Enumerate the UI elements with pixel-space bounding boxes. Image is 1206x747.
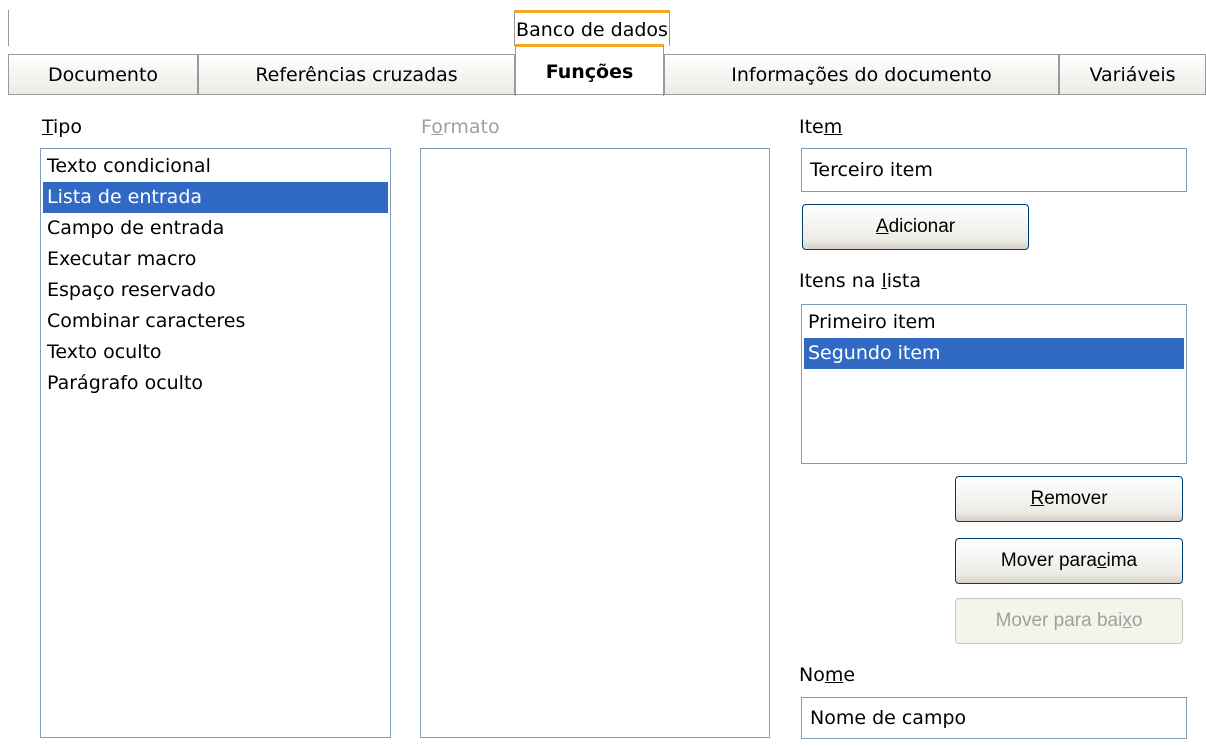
fields-dialog: Banco de dados Documento Referências cru… — [0, 0, 1206, 747]
list-items-label: Itens na lista — [799, 270, 922, 292]
list-items-listbox[interactable]: Primeiro item Segundo item — [801, 304, 1187, 464]
move-up-button[interactable]: Mover para c ima — [955, 538, 1183, 584]
tab-banco-de-dados[interactable]: Banco de dados — [514, 10, 670, 46]
tab-row-bottom: Documento Referências cruzadas Funções I… — [8, 44, 1206, 96]
tipo-list: Texto condicional Lista de entrada Campo d… — [41, 149, 390, 401]
tab-funcoes[interactable]: Funções — [515, 44, 664, 96]
tab-variaveis[interactable]: Variáveis — [1059, 54, 1206, 94]
tab-referencias-cruzadas[interactable]: Referências cruzadas — [198, 54, 515, 94]
nome-input[interactable]: Nome de campo — [801, 697, 1187, 739]
formato-label: Formato — [421, 116, 500, 138]
remove-button[interactable]: Remover — [955, 476, 1183, 522]
list-items-item[interactable]: Primeiro item — [804, 307, 1184, 338]
tipo-list-item[interactable]: Executar macro — [43, 244, 388, 275]
tipo-list-item[interactable]: Campo de entrada — [43, 213, 388, 244]
tipo-list-item[interactable]: Lista de entrada — [43, 182, 388, 213]
add-button[interactable]: Adicionar — [802, 204, 1029, 250]
move-down-button[interactable]: Mover para bai x o — [955, 598, 1183, 644]
list-items-list: Primeiro item Segundo item — [802, 305, 1186, 371]
tipo-label: Tipo — [42, 116, 82, 138]
nome-label: Nome — [799, 664, 856, 686]
tipo-list-item[interactable]: Texto oculto — [43, 337, 388, 368]
formato-listbox[interactable] — [420, 148, 770, 738]
tipo-list-item[interactable]: Parágrafo oculto — [43, 368, 388, 399]
tab-informacoes-do-documento[interactable]: Informações do documento — [664, 54, 1059, 94]
tab-baseline — [8, 94, 1206, 95]
item-input[interactable]: Terceiro item — [801, 148, 1187, 192]
tab-documento[interactable]: Documento — [8, 54, 198, 94]
list-items-item[interactable]: Segundo item — [804, 338, 1184, 369]
tipo-list-item[interactable]: Espaço reservado — [43, 275, 388, 306]
formato-list — [421, 149, 769, 153]
tipo-listbox[interactable]: Texto condicional Lista de entrada Campo d… — [40, 148, 391, 738]
tipo-list-item[interactable]: Texto condicional — [43, 151, 388, 182]
tipo-list-item[interactable]: Combinar caracteres — [43, 306, 388, 337]
tab-row-top: Banco de dados — [8, 10, 1206, 46]
item-label: Item — [799, 116, 843, 138]
tipo-label-mnemonic: T — [42, 116, 54, 138]
tipo-label-text: ipo — [53, 116, 82, 138]
